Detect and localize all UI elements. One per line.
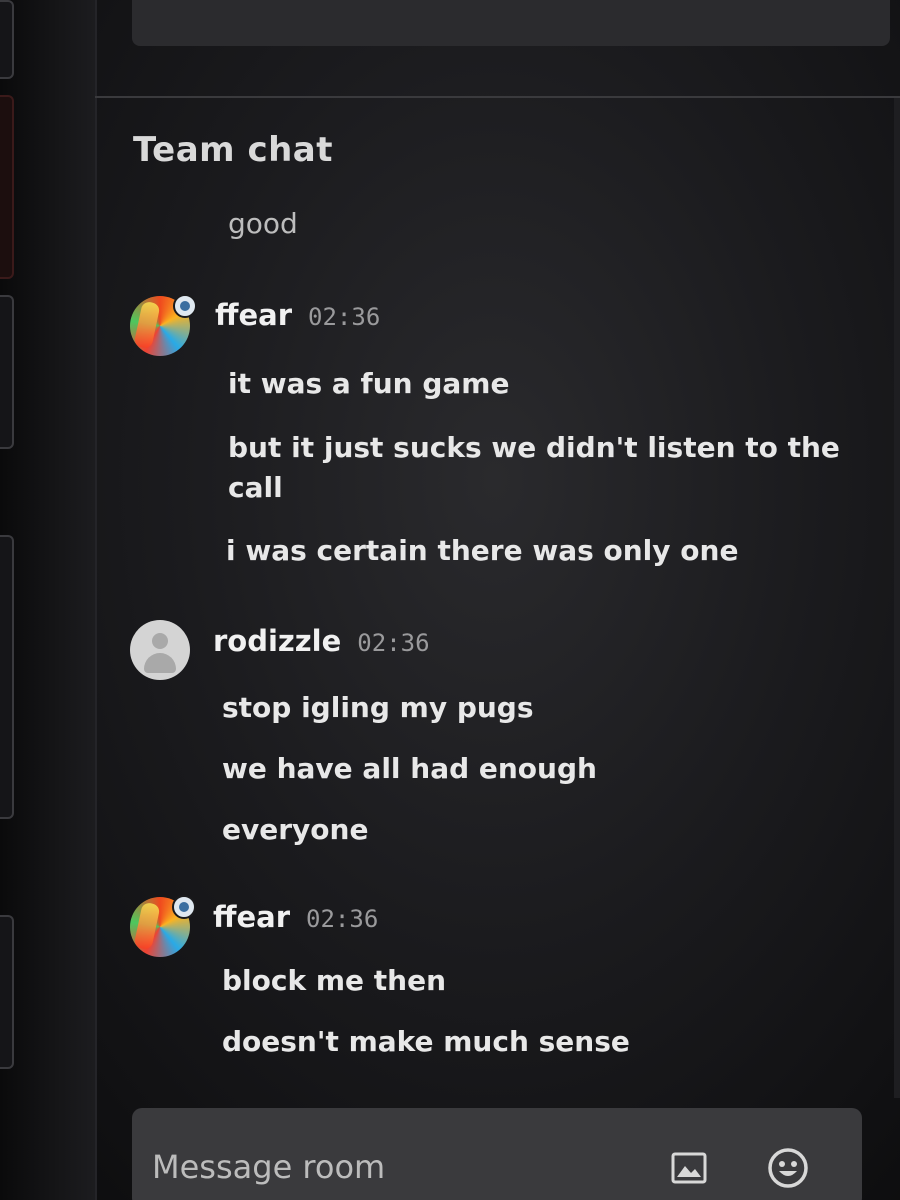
status-badge-icon [172, 895, 196, 919]
message-line: doesn't make much sense [222, 1025, 630, 1058]
message-line: we have all had enough [222, 752, 597, 785]
screen: Team chat good ffear 02:36 it was a fun … [0, 0, 900, 1200]
divider [95, 96, 900, 98]
scrollbar-track[interactable] [894, 98, 900, 1098]
side-tab[interactable] [0, 915, 14, 1069]
message-header: ffear 02:36 [215, 298, 380, 332]
image-icon [671, 1152, 707, 1184]
message-line: stop igling my pugs [222, 691, 534, 724]
status-badge-icon [173, 294, 197, 318]
message-line: everyone [222, 813, 369, 846]
default-avatar[interactable] [130, 620, 190, 680]
author-name[interactable]: rodizzle [213, 624, 341, 658]
side-tab[interactable] [0, 0, 14, 79]
emoji-button[interactable] [764, 1144, 812, 1192]
side-tab[interactable] [0, 535, 14, 819]
author-name[interactable]: ffear [213, 900, 290, 934]
side-panel-strip [0, 0, 97, 1200]
message-composer [132, 1108, 862, 1200]
message-timestamp: 02:36 [306, 905, 379, 933]
message-line: good [228, 207, 298, 240]
side-tab[interactable] [0, 95, 14, 279]
message-timestamp: 02:36 [357, 629, 430, 657]
image-upload-button[interactable] [665, 1144, 713, 1192]
header-bar [132, 0, 890, 46]
message-line: block me then [222, 964, 446, 997]
message-header: rodizzle 02:36 [213, 624, 430, 658]
message-line: i was certain there was only one [226, 534, 739, 567]
message-header: ffear 02:36 [213, 900, 378, 934]
author-name[interactable]: ffear [215, 298, 292, 332]
message-input[interactable] [150, 1138, 634, 1196]
message-line: it was a fun game [228, 367, 510, 400]
side-tab[interactable] [0, 295, 14, 449]
message-timestamp: 02:36 [308, 303, 381, 331]
chat-title: Team chat [133, 130, 333, 170]
message-line: but it just sucks we didn't listen to th… [228, 431, 840, 504]
user-silhouette-icon [152, 633, 168, 649]
emoji-icon [768, 1148, 808, 1188]
